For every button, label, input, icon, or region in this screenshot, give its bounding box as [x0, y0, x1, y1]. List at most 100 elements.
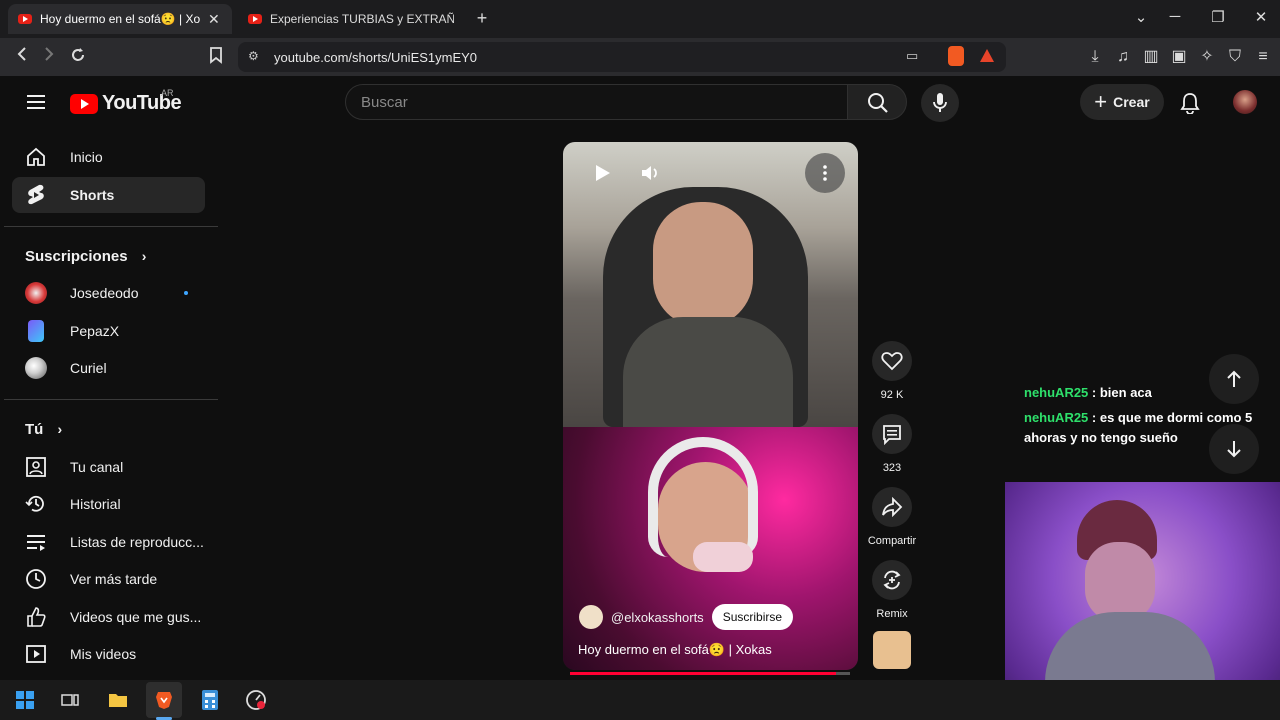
close-window-icon[interactable]: ✕	[1250, 8, 1272, 26]
sidebar-item-my-videos[interactable]: Mis videos	[12, 636, 205, 672]
voice-search-button[interactable]	[921, 84, 959, 122]
like-button[interactable]: 92 K	[866, 341, 918, 401]
browser-tab-active[interactable]: Hoy duermo en el sofá😟 | Xoka ✕	[8, 4, 232, 34]
reload-icon[interactable]	[66, 46, 90, 68]
chat-message: nehuAR25 : es que me dormi como 5 ahoras…	[1024, 410, 1253, 445]
sidebar-item-label: Josedeodo	[70, 285, 139, 301]
leo-ai-icon[interactable]: ✧	[1195, 46, 1219, 68]
create-label: Crear	[1113, 94, 1150, 110]
thumbs-up-icon	[24, 605, 48, 629]
guide-menu-icon[interactable]	[26, 93, 46, 116]
stream-chat-overlay: nehuAR25 : bien aca nehuAR25 : es que me…	[1024, 383, 1274, 448]
maximize-icon[interactable]: ❐	[1207, 8, 1229, 26]
play-icon[interactable]	[591, 162, 613, 189]
sound-thumbnail[interactable]	[873, 631, 911, 669]
browser-tab[interactable]: Experiencias TURBIAS y EXTRAÑAS c	[238, 4, 464, 34]
clock-icon	[24, 567, 48, 591]
windows-start-icon[interactable]	[13, 688, 37, 712]
video-progress-bar[interactable]	[570, 672, 850, 675]
search-input[interactable]: Buscar	[345, 84, 848, 120]
sidebar-item-pepazx[interactable]: PepazX	[12, 313, 205, 349]
sidebar-item-label: Shorts	[70, 187, 115, 203]
brave-browser-taskbar-icon[interactable]	[146, 682, 182, 718]
sidebar-item-label: PepazX	[70, 323, 120, 339]
subscriptions-heading[interactable]: Suscripciones ›	[25, 248, 146, 265]
channel-avatar[interactable]	[579, 605, 603, 629]
tab-search-chevron-icon[interactable]: ⌄	[1130, 8, 1152, 26]
shorts-video-player[interactable]: @elxokasshorts Suscribirse Hoy duermo en…	[563, 142, 858, 670]
youtube-logo[interactable]: YouTube AR	[70, 88, 182, 115]
streamer-face	[1085, 542, 1155, 622]
sidebar-item-inicio[interactable]: Inicio	[12, 139, 205, 175]
new-tab-icon[interactable]: +	[471, 8, 493, 29]
more-options-icon[interactable]	[805, 153, 845, 193]
you-heading[interactable]: Tú ›	[25, 421, 62, 438]
address-bar[interactable]: ⚙ youtube.com/shorts/UniES1ymEY0 ▭	[238, 42, 1006, 72]
channel-handle[interactable]: @elxokasshorts	[611, 610, 704, 625]
streamer-shirt	[623, 317, 793, 427]
home-icon	[24, 145, 48, 169]
vpn-shield-icon[interactable]: ⛉	[1223, 46, 1247, 68]
remix-label: Remix	[876, 608, 908, 620]
chat-message: nehuAR25 : bien aca	[1024, 385, 1152, 400]
account-avatar[interactable]	[1233, 90, 1257, 114]
menu-icon[interactable]: ≡	[1251, 46, 1275, 68]
create-button[interactable]: + Crear	[1080, 84, 1164, 120]
chevron-right-icon: ›	[141, 248, 147, 264]
share-label: Compartir	[867, 535, 917, 547]
sidebar-divider	[4, 399, 218, 400]
guide-sidebar: Inicio Shorts Suscripciones › Josedeodo …	[0, 132, 220, 680]
search-button[interactable]	[847, 84, 907, 120]
back-icon[interactable]	[10, 46, 34, 68]
volume-icon[interactable]	[639, 162, 661, 189]
history-icon	[24, 492, 48, 516]
headphones	[648, 437, 758, 557]
sidebar-item-label: Ver más tarde	[70, 571, 158, 587]
recording-app-icon[interactable]	[244, 688, 268, 712]
sidebar-item-playlists[interactable]: Listas de reproducc...	[12, 524, 205, 560]
like-count: 92 K	[880, 389, 904, 401]
remix-icon	[872, 560, 912, 600]
shorts-icon	[24, 183, 48, 207]
sidebar-item-curiel[interactable]: Curiel	[12, 350, 205, 386]
task-view-icon[interactable]	[58, 688, 82, 712]
subscribe-button[interactable]: Suscribirse	[711, 604, 794, 630]
sidebar-item-label: Tu canal	[70, 459, 124, 475]
comments-button[interactable]: 323	[866, 414, 918, 474]
site-settings-icon[interactable]: ⚙	[248, 49, 259, 63]
channel-avatar	[24, 319, 48, 343]
chat-username: nehuAR25	[1024, 410, 1089, 425]
close-tab-icon[interactable]: ✕	[208, 11, 220, 28]
brave-rewards-icon[interactable]	[980, 49, 994, 62]
sidebar-item-label: Videos que me gus...	[70, 609, 202, 625]
sidebar-item-liked-videos[interactable]: Videos que me gus...	[12, 599, 205, 635]
microphone	[693, 542, 753, 572]
forward-icon[interactable]	[37, 46, 61, 68]
notifications-bell-icon[interactable]	[1180, 92, 1200, 119]
downloads-icon[interactable]: ⤓	[1083, 46, 1107, 68]
sidebar-icon[interactable]: ▥	[1139, 46, 1163, 68]
file-explorer-icon[interactable]	[106, 688, 130, 712]
browser-toolbar: ⚙ youtube.com/shorts/UniES1ymEY0 ▭ ⤓ ♫ ▥…	[0, 38, 1280, 76]
cast-icon[interactable]: ▭	[906, 48, 918, 64]
sidebar-item-shorts[interactable]: Shorts	[12, 177, 205, 213]
minimize-icon[interactable]: ─	[1164, 8, 1186, 25]
brave-shields-icon[interactable]	[948, 46, 964, 66]
wallet-icon[interactable]: ▣	[1167, 46, 1191, 68]
sidebar-item-label: Listas de reproducc...	[70, 534, 204, 550]
sidebar-item-historial[interactable]: Historial	[12, 486, 205, 522]
short-title[interactable]: Hoy duermo en el sofá😟 | Xokas	[578, 642, 772, 658]
heart-icon	[872, 341, 912, 381]
bookmark-icon[interactable]	[204, 46, 228, 68]
sidebar-item-tu-canal[interactable]: Tu canal	[12, 449, 205, 485]
subscriptions-title: Suscripciones	[25, 248, 128, 265]
tab-title: Hoy duermo en el sofá😟 | Xoka	[40, 12, 200, 26]
calculator-icon[interactable]	[198, 688, 222, 712]
youtube-favicon-icon	[18, 14, 32, 24]
remix-button[interactable]: Remix	[866, 560, 918, 620]
sidebar-item-josedeodo[interactable]: Josedeodo	[12, 275, 205, 311]
media-icon[interactable]: ♫	[1111, 46, 1135, 68]
share-button[interactable]: Compartir	[866, 487, 918, 547]
sidebar-item-watch-later[interactable]: Ver más tarde	[12, 561, 205, 597]
channel-avatar	[24, 281, 48, 305]
